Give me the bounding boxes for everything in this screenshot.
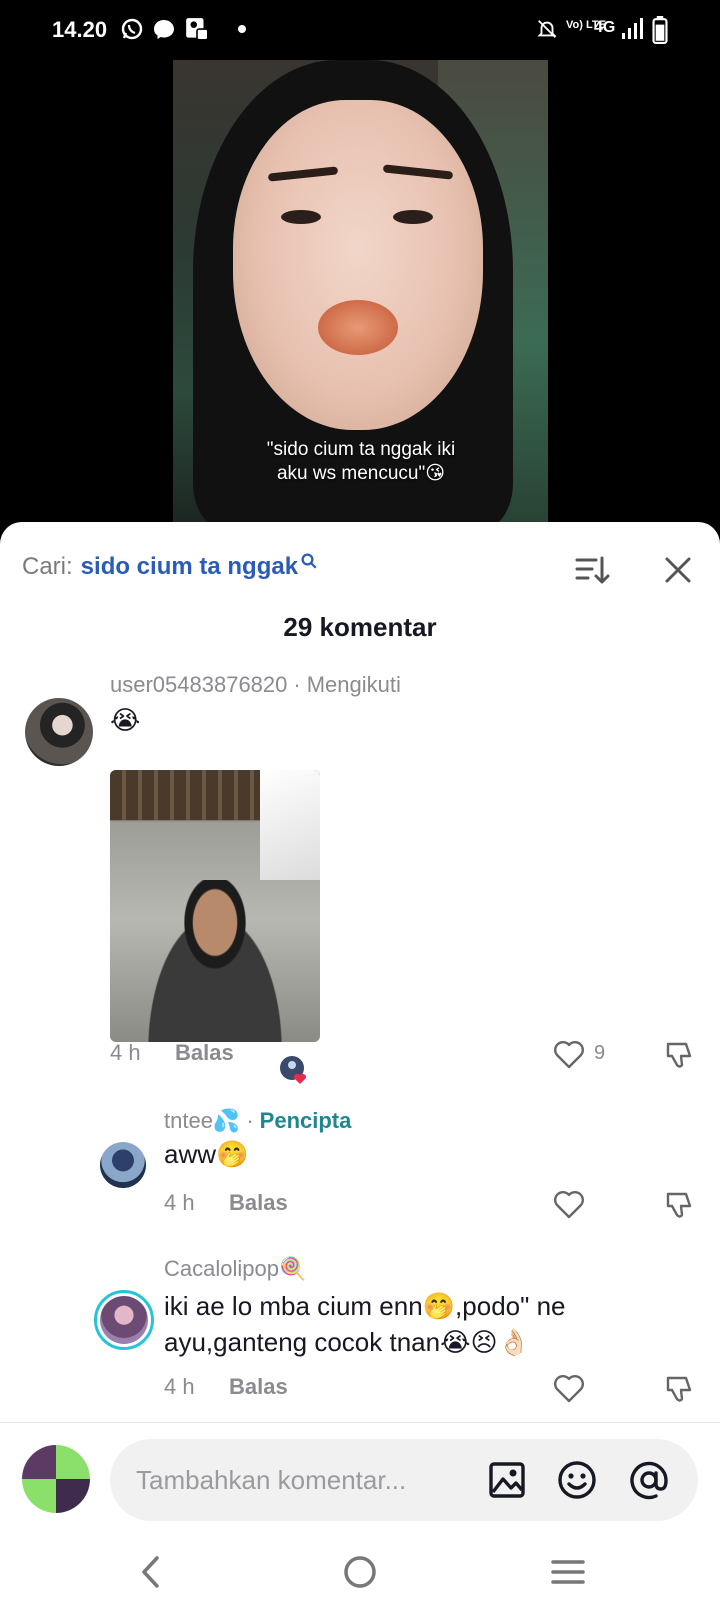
comment-text: 😭 bbox=[110, 705, 141, 735]
system-nav-bar bbox=[0, 1532, 720, 1612]
video-player[interactable]: "sido cium ta nggak iki aku ws mencucu"😘 bbox=[0, 60, 720, 530]
username[interactable]: user05483876820 bbox=[110, 672, 287, 697]
my-avatar bbox=[22, 1445, 90, 1513]
heart-icon[interactable] bbox=[552, 1188, 586, 1222]
search-suggestion[interactable]: Cari: sido cium ta nggak bbox=[22, 550, 318, 584]
follow-status: Mengikuti bbox=[306, 672, 401, 697]
avatar[interactable] bbox=[94, 1290, 154, 1350]
like-count: 9 bbox=[594, 1042, 606, 1064]
close-icon[interactable] bbox=[660, 552, 696, 588]
emoji-icon[interactable] bbox=[556, 1459, 598, 1501]
mute-icon bbox=[537, 20, 557, 38]
status-bar: 14.20 Vo) LTE 4G bbox=[0, 0, 720, 60]
search-query-link[interactable]: sido cium ta nggak bbox=[81, 553, 298, 581]
messenger-icon bbox=[154, 20, 174, 39]
creator-liked-icon bbox=[280, 1056, 307, 1084]
image-attach-icon[interactable] bbox=[486, 1459, 528, 1501]
comment-username-row: tntee💦 · Pencipta bbox=[164, 1108, 352, 1133]
notification-app-icon bbox=[186, 18, 209, 41]
video-subject bbox=[233, 100, 483, 430]
comment-username-row: user05483876820 · Mengikuti bbox=[110, 672, 401, 697]
sort-icon[interactable] bbox=[574, 552, 610, 588]
comment-text: aww🤭 bbox=[164, 1139, 249, 1169]
home-icon[interactable] bbox=[338, 1552, 382, 1592]
network-type: 4G bbox=[594, 19, 616, 36]
comment-time: 4 h bbox=[164, 1374, 195, 1399]
username[interactable]: Cacalolipop🍭 bbox=[164, 1256, 306, 1281]
more-notifications-dot-icon bbox=[238, 25, 246, 33]
username[interactable]: tntee💦 bbox=[164, 1108, 240, 1133]
avatar[interactable] bbox=[25, 698, 93, 766]
reply-button[interactable]: Balas bbox=[229, 1190, 288, 1216]
battery-icon bbox=[652, 16, 668, 44]
dislike-icon[interactable] bbox=[662, 1372, 696, 1406]
search-label: Cari: bbox=[22, 553, 73, 580]
whatsapp-icon bbox=[121, 18, 143, 40]
reply-button[interactable]: Balas bbox=[229, 1374, 288, 1400]
comment-text: iki ae lo mba cium enn🤭,podo" ne ayu,gan… bbox=[164, 1291, 566, 1357]
video-caption: "sido cium ta nggak iki aku ws mencucu"😘 bbox=[266, 439, 456, 484]
comment-time: 4 h bbox=[164, 1190, 195, 1215]
comment-input-bar bbox=[0, 1422, 720, 1532]
mention-icon[interactable] bbox=[628, 1459, 670, 1501]
dislike-icon[interactable] bbox=[662, 1188, 696, 1222]
dislike-icon[interactable] bbox=[662, 1038, 696, 1072]
video-frame[interactable]: "sido cium ta nggak iki aku ws mencucu"😘 bbox=[173, 60, 548, 530]
creator-tag: Pencipta bbox=[259, 1108, 352, 1133]
comment-count: 29 komentar bbox=[283, 612, 437, 642]
avatar[interactable] bbox=[100, 1142, 146, 1188]
comment-input[interactable] bbox=[110, 1439, 698, 1521]
status-time: 14.20 bbox=[52, 17, 108, 42]
comment-time: 4 h bbox=[110, 1040, 141, 1065]
heart-icon[interactable] bbox=[552, 1372, 586, 1406]
recents-menu-icon[interactable] bbox=[546, 1552, 590, 1592]
search-icon bbox=[301, 553, 317, 569]
heart-icon[interactable] bbox=[552, 1038, 586, 1072]
back-icon[interactable] bbox=[130, 1552, 174, 1592]
reply-button[interactable]: Balas bbox=[175, 1040, 234, 1066]
signal-icon bbox=[622, 18, 643, 39]
comment-username-row: Cacalolipop🍭 bbox=[164, 1256, 306, 1282]
comment-image[interactable] bbox=[110, 770, 320, 1042]
